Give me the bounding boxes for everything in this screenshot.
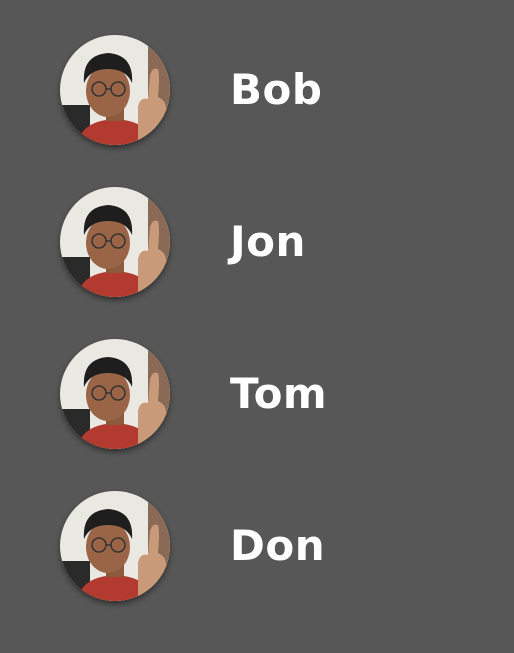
profile-photo-icon	[60, 35, 170, 145]
contact-name[interactable]: Jon	[230, 217, 306, 267]
contact-name[interactable]: Don	[230, 521, 325, 571]
profile-photo-icon	[60, 339, 170, 449]
contact-row-bob[interactable]: Bob	[0, 31, 514, 151]
contact-name[interactable]: Bob	[230, 65, 322, 115]
avatar[interactable]	[60, 35, 170, 145]
contact-list: Bob Jon Tom Don	[0, 0, 514, 653]
avatar[interactable]	[60, 491, 170, 601]
avatar[interactable]	[60, 339, 170, 449]
contact-row-jon[interactable]: Jon	[0, 183, 514, 303]
avatar[interactable]	[60, 187, 170, 297]
contact-row-tom[interactable]: Tom	[0, 335, 514, 455]
profile-photo-icon	[60, 491, 170, 601]
contact-row-don[interactable]: Don	[0, 487, 514, 607]
profile-photo-icon	[60, 187, 170, 297]
contact-name[interactable]: Tom	[230, 369, 327, 419]
